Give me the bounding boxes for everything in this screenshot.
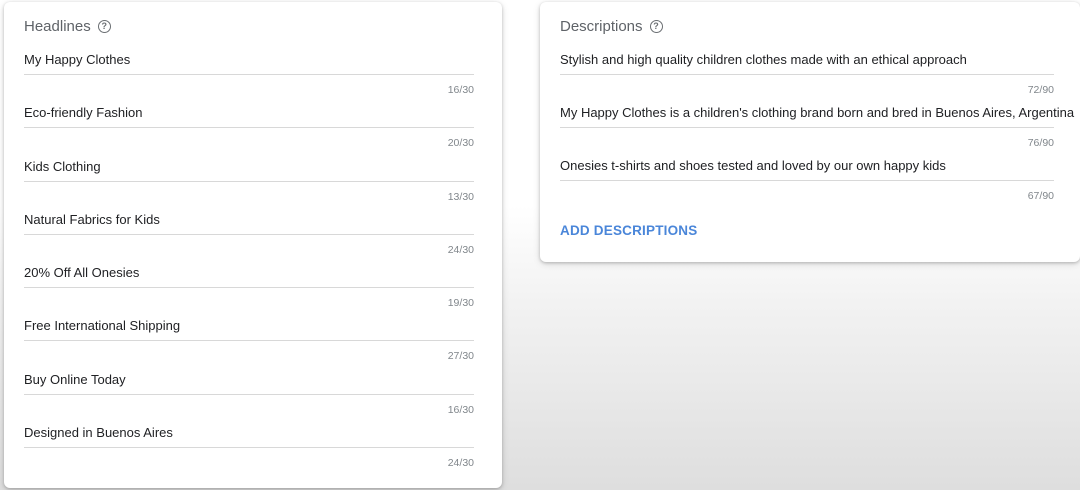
character-count: 24/30	[447, 457, 474, 470]
character-count: 16/30	[447, 403, 474, 416]
headlines-header: Headlines ?	[24, 16, 474, 36]
description-text[interactable]: My Happy Clothes is a children's clothin…	[560, 105, 1074, 121]
headline-field[interactable]: Buy Online Today 16/30	[24, 372, 474, 425]
descriptions-card: Descriptions ? Stylish and high quality …	[540, 2, 1080, 262]
headline-text[interactable]: Free International Shipping	[24, 318, 474, 334]
character-count: 13/30	[447, 190, 474, 203]
help-icon[interactable]: ?	[649, 19, 663, 33]
headline-field[interactable]: Eco-friendly Fashion 20/30	[24, 105, 474, 158]
headline-text[interactable]: Eco-friendly Fashion	[24, 105, 474, 121]
description-field[interactable]: My Happy Clothes is a children's clothin…	[560, 105, 1074, 158]
headline-field[interactable]: Designed in Buenos Aires 24/30	[24, 425, 474, 478]
field-underline	[24, 287, 474, 289]
headlines-title: Headlines	[24, 17, 91, 35]
character-count: 20/30	[447, 137, 474, 150]
description-field[interactable]: Stylish and high quality children clothe…	[560, 52, 1054, 105]
field-underline	[560, 179, 1054, 181]
field-underline	[24, 127, 474, 129]
character-count: 16/30	[447, 84, 474, 96]
field-underline	[24, 340, 474, 342]
headlines-card: Headlines ? My Happy Clothes 16/30 Eco-f…	[4, 2, 502, 488]
character-count: 19/30	[447, 297, 474, 310]
character-count: 67/90	[1027, 189, 1054, 202]
add-descriptions-button[interactable]: ADD DESCRIPTIONS	[560, 223, 697, 238]
field-underline	[24, 74, 474, 75]
headline-field[interactable]: My Happy Clothes 16/30	[24, 52, 474, 105]
headline-text[interactable]: 20% Off All Onesies	[24, 265, 474, 281]
field-underline	[560, 74, 1054, 75]
headline-field[interactable]: Natural Fabrics for Kids 24/30	[24, 212, 474, 265]
headline-text[interactable]: Natural Fabrics for Kids	[24, 212, 474, 228]
field-underline	[24, 393, 474, 395]
character-count: 24/30	[447, 243, 474, 256]
headline-field[interactable]: Free International Shipping 27/30	[24, 318, 474, 371]
help-icon[interactable]: ?	[97, 19, 111, 33]
headline-text[interactable]: My Happy Clothes	[24, 52, 474, 68]
descriptions-header: Descriptions ?	[560, 16, 1054, 36]
character-count: 72/90	[1027, 84, 1054, 96]
character-count: 27/30	[447, 350, 474, 363]
field-underline	[24, 233, 474, 235]
field-underline	[24, 447, 474, 449]
headline-text[interactable]: Kids Clothing	[24, 159, 474, 175]
field-underline	[24, 180, 474, 182]
headline-field[interactable]: Kids Clothing 13/30	[24, 159, 474, 212]
description-field[interactable]: Onesies t-shirts and shoes tested and lo…	[560, 158, 1054, 211]
headline-field[interactable]: 20% Off All Onesies 19/30	[24, 265, 474, 318]
headline-text[interactable]: Designed in Buenos Aires	[24, 425, 474, 441]
description-text[interactable]: Onesies t-shirts and shoes tested and lo…	[560, 158, 1054, 174]
descriptions-title: Descriptions	[560, 17, 643, 35]
character-count: 76/90	[1027, 136, 1054, 149]
field-underline	[560, 126, 1054, 128]
headline-text[interactable]: Buy Online Today	[24, 372, 474, 388]
description-text[interactable]: Stylish and high quality children clothe…	[560, 52, 1054, 68]
